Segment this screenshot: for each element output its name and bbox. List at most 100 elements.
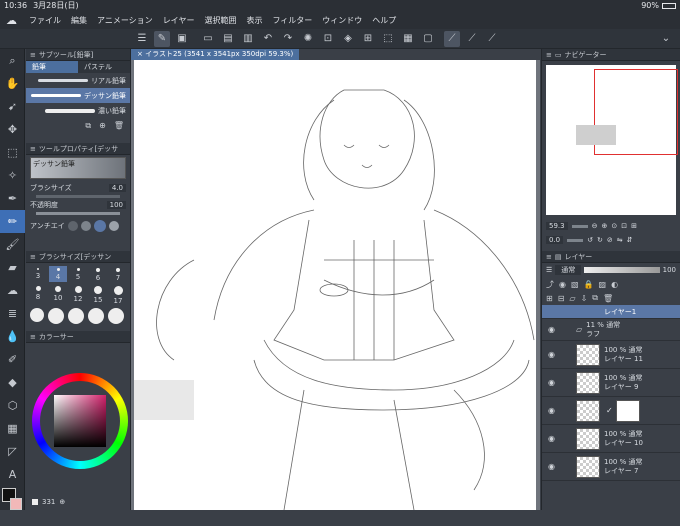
panel-grip-icon[interactable]: ≡ xyxy=(30,253,36,261)
transform-icon[interactable]: ⊞ xyxy=(360,31,376,47)
menu-help[interactable]: ヘルプ xyxy=(372,15,396,26)
lock-icon[interactable]: 🔒 xyxy=(584,280,594,289)
invert-icon[interactable]: ▦ xyxy=(400,31,416,47)
subtool-item[interactable]: 濃い鉛筆 xyxy=(26,103,130,118)
layer-row[interactable]: ◉ 100 % 通常 レイヤー 11 xyxy=(542,341,680,369)
undo-icon[interactable]: ↶ xyxy=(260,31,276,47)
merge-icon[interactable]: ⧉ xyxy=(592,293,598,303)
layer-menu-icon[interactable]: ☰ xyxy=(546,266,552,274)
redo-icon[interactable]: ↷ xyxy=(280,31,296,47)
mask-icon[interactable]: ◐ xyxy=(611,280,618,289)
flip-v-icon[interactable]: ⇵ xyxy=(627,236,633,244)
shape-tool-icon[interactable]: ⬡ xyxy=(0,394,25,417)
size-preset-large[interactable] xyxy=(68,308,84,324)
menu-animation[interactable]: アニメーション xyxy=(97,15,153,26)
lasso-tool-icon[interactable]: ✧ xyxy=(0,164,25,187)
visibility-icon[interactable]: ◉ xyxy=(548,378,558,388)
deselect-icon[interactable]: ⬚ xyxy=(380,31,396,47)
reset-rotate-icon[interactable]: ⊘ xyxy=(607,236,613,244)
open-icon[interactable]: ▤ xyxy=(220,31,236,47)
transfer-icon[interactable]: ⇩ xyxy=(581,294,588,303)
eraser-tool-icon[interactable]: ▰ xyxy=(0,256,25,279)
ruler-tool-icon[interactable]: ◸ xyxy=(0,440,25,463)
tab-pastel[interactable]: パステル xyxy=(78,61,130,73)
fill-icon[interactable]: ◈ xyxy=(340,31,356,47)
size-preset[interactable]: 7 xyxy=(109,266,127,282)
rotate-value[interactable]: 0.0 xyxy=(546,236,564,244)
blend-tool-icon[interactable]: ☁ xyxy=(0,279,25,302)
crop-icon[interactable]: ▢ xyxy=(420,31,436,47)
draft-icon[interactable]: ▧ xyxy=(571,280,579,289)
size-preset[interactable]: 12 xyxy=(69,284,87,305)
menu-file[interactable]: ファイル xyxy=(29,15,61,26)
new-subtool-icon[interactable]: ⊕ xyxy=(99,121,106,131)
tab-pencil[interactable]: 鉛筆 xyxy=(26,61,78,73)
layer-row[interactable]: ◉ ✓ xyxy=(542,397,680,425)
drawing-canvas[interactable] xyxy=(134,60,536,510)
new-raster-icon[interactable]: ⊞ xyxy=(546,294,553,303)
size-preset[interactable]: 8 xyxy=(29,284,47,305)
menu-lines-icon[interactable]: ☰ xyxy=(134,31,150,47)
snap-special-icon[interactable]: ⟋ xyxy=(484,31,500,47)
fit-icon[interactable]: ⊙ xyxy=(611,222,617,230)
text-tool-icon[interactable]: A xyxy=(0,463,25,486)
menu-layer[interactable]: レイヤー xyxy=(163,15,195,26)
opacity-slider[interactable] xyxy=(36,212,120,215)
rotate-right-icon[interactable]: ↻ xyxy=(597,236,603,244)
aa-weak-icon[interactable] xyxy=(80,221,91,231)
rotate-slider[interactable] xyxy=(567,238,584,242)
size-preset[interactable]: 10 xyxy=(49,284,67,305)
subtool-item[interactable]: リアル鉛筆 xyxy=(26,73,130,88)
stop-icon[interactable]: ⊡ xyxy=(621,222,627,230)
blend-mode-select[interactable]: 通常 xyxy=(555,265,582,275)
layer-row[interactable]: ◉ 100 % 通常 レイヤー 10 xyxy=(542,425,680,453)
size-preset[interactable]: 17 xyxy=(109,284,127,305)
menu-edit[interactable]: 編集 xyxy=(71,15,87,26)
visibility-icon[interactable]: ◉ xyxy=(548,350,558,360)
panel-grip-icon[interactable]: ≡ xyxy=(30,145,36,153)
aa-medium-icon[interactable] xyxy=(93,220,106,232)
operation-tool-icon[interactable]: ➹ xyxy=(0,95,25,118)
clip-icon[interactable]: ⤴ xyxy=(546,279,554,290)
subtool-item-selected[interactable]: デッサン鉛筆 xyxy=(26,88,130,103)
move-tool-icon[interactable]: ✥ xyxy=(0,118,25,141)
layer-row[interactable]: ◉ 100 % 通常 レイヤー 7 xyxy=(542,453,680,481)
panel-grip-icon[interactable]: ≡ xyxy=(30,333,36,341)
fill-tool-icon[interactable]: ◆ xyxy=(0,371,25,394)
panel-grip-icon[interactable]: ≡ xyxy=(546,253,552,261)
visibility-icon[interactable]: ◉ xyxy=(548,325,558,335)
tab-close-icon[interactable]: × xyxy=(137,50,143,58)
size-preset[interactable]: 3 xyxy=(29,266,47,282)
snap-ruler-icon[interactable]: ⟋ xyxy=(444,30,460,47)
eyedropper-icon[interactable]: ⊕ xyxy=(59,498,65,506)
menu-filter[interactable]: フィルター xyxy=(272,15,312,26)
opacity-value[interactable]: 100 xyxy=(106,201,126,209)
sv-square[interactable] xyxy=(54,395,106,447)
visibility-icon[interactable]: ◉ xyxy=(548,406,558,416)
layer-row[interactable]: レイヤー1 xyxy=(542,305,680,319)
ink-tool-icon[interactable]: 💧 xyxy=(0,325,25,348)
zoom-out-icon[interactable]: ⊖ xyxy=(592,222,598,230)
menu-window[interactable]: ウィンドウ xyxy=(322,15,362,26)
loading-icon[interactable]: ✺ xyxy=(300,31,316,47)
brush-tool-icon[interactable]: 🖌 xyxy=(0,233,25,256)
edit-icon[interactable]: ✎ xyxy=(154,30,170,47)
size-preset-large[interactable] xyxy=(30,308,44,322)
app-logo-icon[interactable]: ☁ xyxy=(6,14,17,27)
zoom-in-icon[interactable]: ⊕ xyxy=(601,222,607,230)
select-tool-icon[interactable]: ⬚ xyxy=(0,141,25,164)
size-preset[interactable]: 15 xyxy=(89,284,107,305)
aa-none-icon[interactable] xyxy=(67,221,78,231)
layer-row[interactable]: ◉ ▱ 11 % 通常 ラフ xyxy=(542,319,680,341)
save-icon[interactable]: ▥ xyxy=(240,31,256,47)
size-value[interactable]: 4.0 xyxy=(108,184,126,192)
lock-alpha-icon[interactable]: ▨ xyxy=(599,280,607,289)
hand-tool-icon[interactable]: ✋ xyxy=(0,72,25,95)
menu-view[interactable]: 表示 xyxy=(246,15,262,26)
visibility-icon[interactable]: ◉ xyxy=(548,462,558,472)
size-preset-large[interactable] xyxy=(108,308,124,324)
size-preset[interactable]: 6 xyxy=(89,266,107,282)
size-preset-large[interactable] xyxy=(88,308,104,324)
gallery-icon[interactable]: ▣ xyxy=(174,31,190,47)
pencil-tool-icon[interactable]: ✏ xyxy=(0,210,25,233)
